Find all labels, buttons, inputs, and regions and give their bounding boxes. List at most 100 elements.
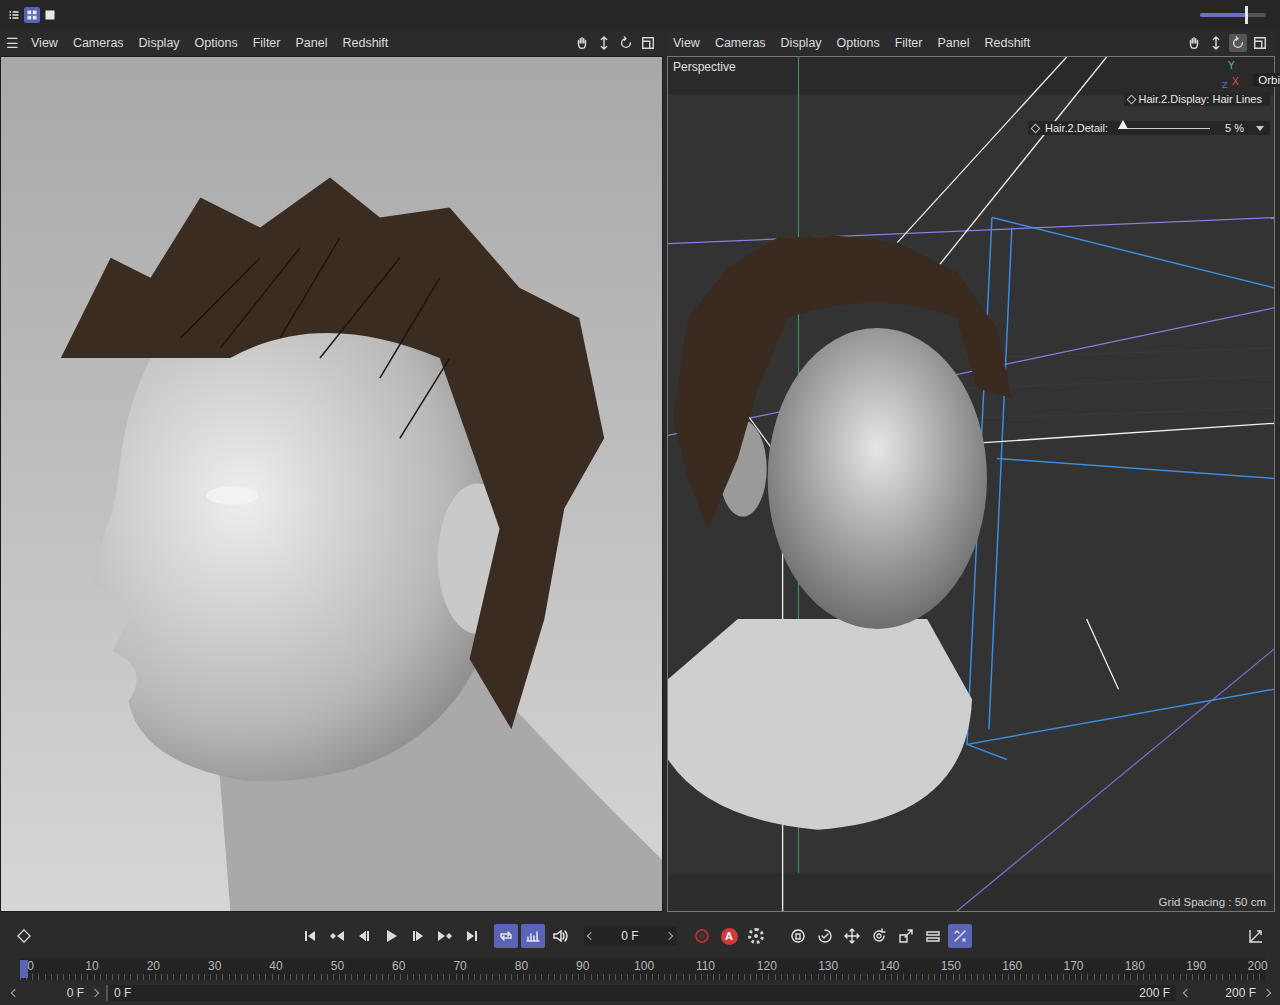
snap-button[interactable] (948, 924, 972, 948)
camera-label[interactable]: Perspective (673, 60, 736, 74)
start-field[interactable]: 0 F (26, 986, 84, 1000)
rotate-button[interactable] (867, 924, 891, 948)
record-controls: A (690, 924, 768, 948)
zoom-thumb[interactable] (1245, 6, 1248, 24)
ruler-label: 120 (736, 958, 797, 974)
last-icon (464, 928, 480, 944)
move-button[interactable] (1207, 34, 1225, 52)
autokey-button[interactable]: A (717, 924, 741, 948)
range-slider[interactable]: 0 F200 F (106, 985, 1176, 1001)
menu-item[interactable]: Filter (895, 36, 923, 50)
hand-button[interactable] (573, 34, 591, 52)
chevron-left-icon[interactable] (1183, 989, 1191, 997)
perspective-viewport[interactable]: PerspectiveYZXHair.2.Display: Hair Lines… (667, 56, 1275, 912)
panel-menu-button[interactable]: ☰ (6, 35, 19, 51)
menu-item[interactable]: View (673, 36, 700, 50)
prev-frame-button[interactable] (352, 924, 376, 948)
timeline-toggle[interactable] (521, 924, 545, 948)
diamond-icon (1031, 123, 1041, 133)
maximize-button[interactable] (639, 34, 657, 52)
head-render (1, 57, 662, 911)
rotate-icon (1231, 36, 1245, 50)
single-layout-button[interactable] (42, 7, 58, 23)
hand-icon (1187, 36, 1201, 50)
sound-icon (552, 928, 568, 944)
menu-item[interactable]: Display (139, 36, 180, 50)
next-key-button[interactable] (433, 924, 457, 948)
loop-toggle[interactable] (494, 924, 518, 948)
first-button[interactable] (298, 924, 322, 948)
menu-item[interactable]: Filter (253, 36, 281, 50)
ruler-label: 150 (920, 958, 981, 974)
list-layout-button[interactable] (6, 7, 22, 23)
detail-thumb[interactable] (1118, 120, 1128, 129)
motion-button[interactable] (786, 924, 810, 948)
last-button[interactable] (460, 924, 484, 948)
playhead[interactable] (20, 960, 28, 978)
move-button[interactable] (840, 924, 864, 948)
frame-range: 0 F 0 F200 F 200 F (0, 980, 1280, 1002)
prev-key-button[interactable] (325, 924, 349, 948)
navigation-icons (1185, 34, 1269, 52)
ruler-label: 80 (491, 958, 552, 974)
next-frame-button[interactable] (406, 924, 430, 948)
timeline: 0 FA010203040506070809010011012013014015… (0, 912, 1280, 1005)
prev-frame-icon (356, 928, 372, 944)
dropdown-arrow-icon[interactable] (1256, 126, 1264, 131)
menu-item[interactable]: Panel (937, 36, 969, 50)
scale-icon (898, 928, 914, 944)
keyframe-button[interactable] (12, 924, 36, 948)
param-button[interactable] (921, 924, 945, 948)
chevron-right-icon[interactable] (665, 932, 673, 940)
ruler-label: 90 (552, 958, 613, 974)
zoom-slider[interactable] (1200, 13, 1266, 17)
rotate-button[interactable] (1229, 34, 1247, 52)
hand-button[interactable] (1185, 34, 1203, 52)
detail-slider[interactable] (1118, 128, 1210, 129)
zoom-fill (1200, 13, 1246, 17)
timeline-ruler[interactable]: 0102030405060708090100110120130140150160… (20, 958, 1265, 980)
menu-item[interactable]: Cameras (715, 36, 766, 50)
menu-item[interactable]: View (31, 36, 58, 50)
diamond-icon (1126, 94, 1136, 104)
current-frame-field[interactable]: 0 F (584, 926, 676, 946)
layout-switcher (6, 7, 58, 23)
menu-item[interactable]: Display (781, 36, 822, 50)
chevron-right-icon[interactable] (91, 989, 99, 997)
end-field[interactable]: 200 F (1198, 986, 1256, 1000)
move-button[interactable] (595, 34, 613, 52)
render-viewport[interactable] (0, 56, 663, 912)
axis-z-label: Z (1222, 80, 1228, 90)
menu-item[interactable]: Options (837, 36, 880, 50)
ruler-label: 10 (61, 958, 122, 974)
rotate-icon (871, 928, 887, 944)
loop-icon (498, 928, 514, 944)
dashed-icon (817, 928, 833, 944)
maximize-button[interactable] (1251, 34, 1269, 52)
grid-layout-button[interactable] (24, 7, 40, 23)
key-settings-button[interactable] (744, 924, 768, 948)
scale-button[interactable] (894, 924, 918, 948)
sound-toggle[interactable] (548, 924, 572, 948)
ruler-label: 110 (675, 958, 736, 974)
gear-icon (748, 928, 764, 944)
expand-button[interactable] (1244, 924, 1268, 948)
hair-display-hud[interactable]: Hair.2.Display: Hair Lines (1124, 92, 1271, 106)
menu-item[interactable]: Options (195, 36, 238, 50)
rotate-button[interactable] (617, 34, 635, 52)
record-button[interactable] (690, 924, 714, 948)
list-icon (8, 9, 20, 21)
chevron-left-icon[interactable] (587, 932, 595, 940)
chevron-left-icon[interactable] (11, 989, 19, 997)
chevron-right-icon[interactable] (1263, 989, 1271, 997)
menu-item[interactable]: Cameras (73, 36, 124, 50)
dashed-button[interactable] (813, 924, 837, 948)
menu-item[interactable]: Panel (295, 36, 327, 50)
expand-icon (1248, 928, 1264, 944)
hair-detail-hud[interactable]: Hair.2.Detail:5 % (1028, 121, 1270, 135)
scene-canvas (668, 57, 1274, 911)
play-button[interactable] (379, 924, 403, 948)
menu-item[interactable]: Redshift (342, 36, 388, 50)
next-key-icon (437, 928, 453, 944)
menu-item[interactable]: Redshift (984, 36, 1030, 50)
